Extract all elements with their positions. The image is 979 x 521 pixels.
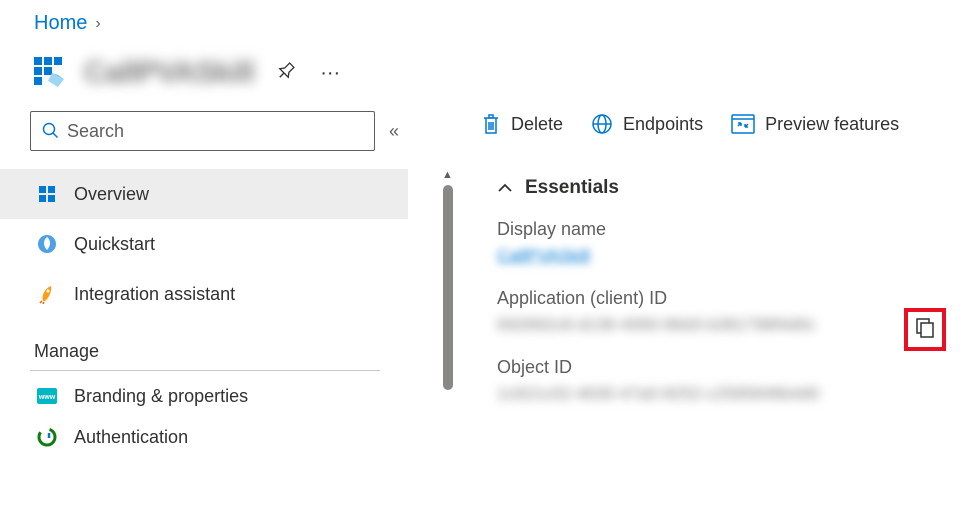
collapse-sidebar-button[interactable]: «: [389, 121, 399, 142]
essentials-toggle[interactable]: Essentials: [481, 165, 979, 219]
essentials-title: Essentials: [525, 177, 619, 199]
sidebar-item-label: Branding & properties: [74, 386, 248, 407]
title-row: CallPVASkill ···: [0, 43, 979, 111]
more-button[interactable]: ···: [314, 56, 346, 91]
endpoints-label: Endpoints: [623, 114, 703, 135]
scrollbar-thumb[interactable]: [443, 185, 453, 390]
display-name-label: Display name: [497, 219, 956, 246]
sidebar-item-integration-assistant[interactable]: Integration assistant: [0, 269, 408, 319]
sidebar-item-overview[interactable]: Overview: [0, 169, 408, 219]
breadcrumb-separator: ›: [95, 15, 100, 33]
sidebar-item-label: Integration assistant: [74, 284, 235, 305]
delete-label: Delete: [511, 114, 563, 135]
object-id-label: Object ID: [497, 357, 956, 384]
sidebar-item-label: Overview: [74, 184, 149, 205]
toolbar: Delete Endpoints: [481, 111, 979, 165]
scrollbar[interactable]: ▲: [443, 169, 455, 469]
display-name-value[interactable]: CallPVASkill: [497, 246, 956, 266]
preview-icon: [731, 114, 755, 134]
field-display-name: Display name CallPVASkill: [481, 219, 956, 288]
svg-text:www: www: [38, 394, 56, 401]
delete-button[interactable]: Delete: [481, 113, 563, 135]
breadcrumb: Home ›: [0, 0, 979, 43]
scroll-up-icon: ▲: [442, 169, 453, 181]
sidebar-item-label: Quickstart: [74, 234, 155, 255]
copy-application-id-button[interactable]: [904, 308, 946, 351]
content-pane: Delete Endpoints: [425, 111, 979, 453]
page-title: CallPVASkill: [84, 56, 254, 90]
branding-icon: www: [36, 385, 58, 407]
copy-icon: [915, 326, 935, 342]
object-id-value: 1c621c02-4630-47a0-8252-c2585846b4d0: [497, 384, 956, 404]
app-registration-icon: [30, 53, 70, 93]
quickstart-icon: [36, 233, 58, 255]
preview-label: Preview features: [765, 114, 899, 135]
authentication-icon: [36, 426, 58, 448]
overview-icon: [36, 183, 58, 205]
pin-button[interactable]: [259, 48, 308, 97]
sidebar: « ▲ Overview: [30, 111, 425, 453]
field-application-id: Application (client) ID 692892c8-d136-40…: [481, 288, 956, 357]
search-input[interactable]: [67, 121, 364, 142]
integration-assistant-icon: [36, 283, 58, 305]
application-id-label: Application (client) ID: [497, 288, 956, 315]
application-id-value: 692892c8-d136-4060-86d3-b381798f4d0c: [497, 315, 956, 335]
field-object-id: Object ID 1c621c02-4630-47a0-8252-c25858…: [481, 357, 956, 426]
preview-features-button[interactable]: Preview features: [731, 114, 899, 135]
sidebar-item-label: Authentication: [74, 427, 188, 448]
search-icon: [41, 121, 59, 142]
search-box[interactable]: [30, 111, 375, 151]
sidebar-section-manage: Manage: [30, 319, 380, 371]
delete-icon: [481, 113, 501, 135]
sidebar-item-branding[interactable]: www Branding & properties: [0, 371, 408, 421]
endpoints-button[interactable]: Endpoints: [591, 113, 703, 135]
chevron-up-icon: [497, 180, 513, 196]
globe-icon: [591, 113, 613, 135]
nav-list: ▲ Overview: [30, 169, 425, 453]
sidebar-item-quickstart[interactable]: Quickstart: [0, 219, 408, 269]
breadcrumb-home[interactable]: Home: [34, 12, 87, 35]
sidebar-item-authentication[interactable]: Authentication: [0, 421, 408, 453]
